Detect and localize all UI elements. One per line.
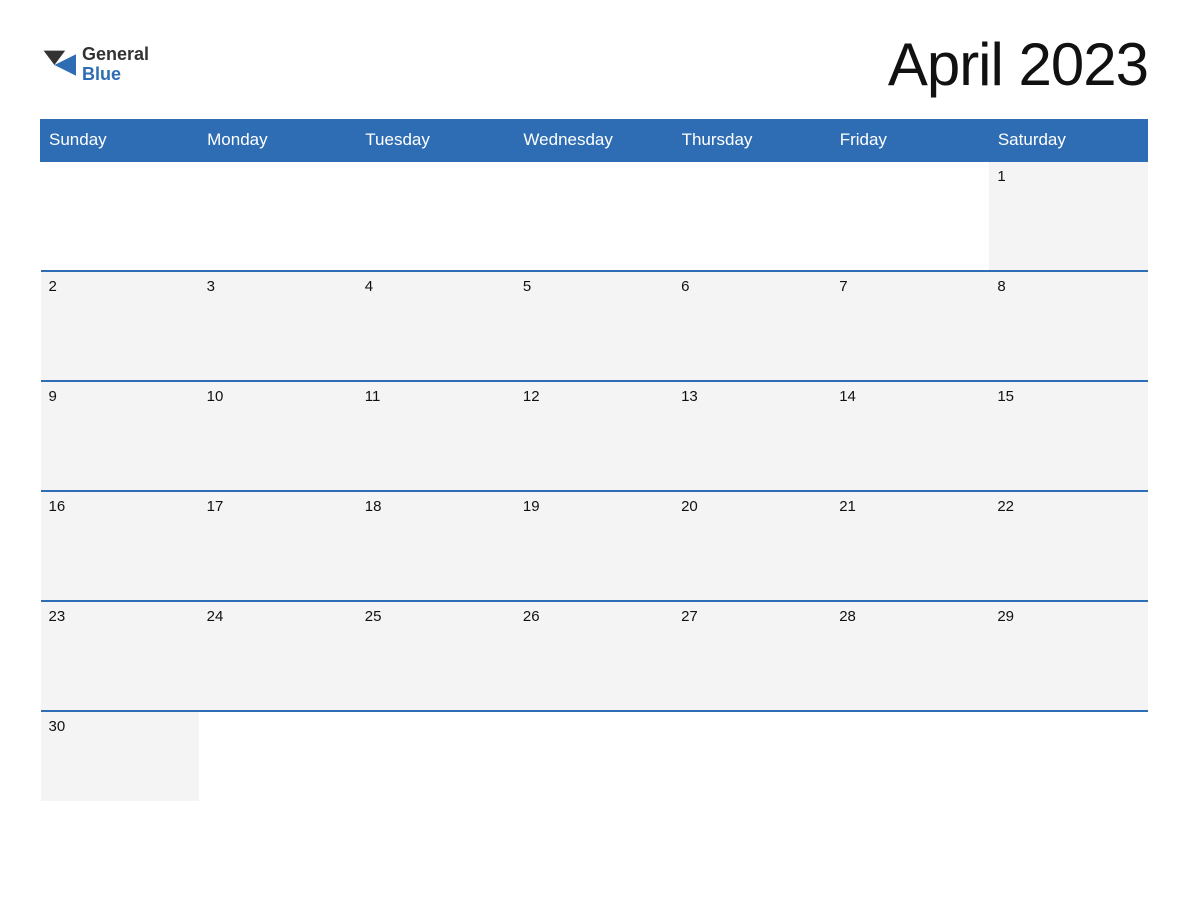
day-number: 12 (523, 388, 540, 405)
weekday-header-saturday: Saturday (989, 120, 1147, 162)
day-number: 7 (839, 278, 847, 295)
calendar-cell (515, 161, 673, 271)
calendar-cell: 3 (199, 271, 357, 381)
calendar-cell: 19 (515, 491, 673, 601)
day-number: 16 (49, 498, 66, 515)
day-number: 30 (49, 718, 66, 735)
day-number: 3 (207, 278, 215, 295)
weekday-header-thursday: Thursday (673, 120, 831, 162)
calendar-cell: 4 (357, 271, 515, 381)
logo: General Blue (40, 45, 149, 85)
day-number: 20 (681, 498, 698, 515)
day-number: 27 (681, 608, 698, 625)
day-number: 4 (365, 278, 373, 295)
day-number: 18 (365, 498, 382, 515)
calendar-cell (357, 711, 515, 801)
calendar-cell: 23 (41, 601, 199, 711)
calendar-cell: 17 (199, 491, 357, 601)
day-number: 24 (207, 608, 224, 625)
calendar-cell: 12 (515, 381, 673, 491)
calendar-cell: 18 (357, 491, 515, 601)
weekday-header-sunday: Sunday (41, 120, 199, 162)
logo-icon (40, 47, 76, 83)
day-number: 10 (207, 388, 224, 405)
logo-blue-text: Blue (82, 65, 149, 85)
day-number: 19 (523, 498, 540, 515)
day-number: 13 (681, 388, 698, 405)
calendar-cell: 15 (989, 381, 1147, 491)
day-number: 25 (365, 608, 382, 625)
week-row-5: 23 24 25 26 27 28 29 (41, 601, 1148, 711)
day-number: 8 (997, 278, 1005, 295)
calendar-cell: 29 (989, 601, 1147, 711)
logo-text: General Blue (82, 45, 149, 85)
calendar-cell (515, 711, 673, 801)
calendar-cell (989, 711, 1147, 801)
week-row-3: 9 10 11 12 13 14 15 (41, 381, 1148, 491)
month-title: April 2023 (888, 30, 1148, 99)
day-number: 15 (997, 388, 1014, 405)
calendar-cell: 7 (831, 271, 989, 381)
calendar-cell (199, 161, 357, 271)
calendar-cell: 30 (41, 711, 199, 801)
calendar-cell: 22 (989, 491, 1147, 601)
calendar-cell: 25 (357, 601, 515, 711)
calendar-cell: 21 (831, 491, 989, 601)
day-number: 23 (49, 608, 66, 625)
day-number: 1 (997, 168, 1005, 185)
week-row-1: 1 (41, 161, 1148, 271)
calendar-cell: 1 (989, 161, 1147, 271)
header: General Blue April 2023 (40, 30, 1148, 99)
calendar-cell: 20 (673, 491, 831, 601)
week-row-2: 2 3 4 5 6 7 8 (41, 271, 1148, 381)
week-row-4: 16 17 18 19 20 21 22 (41, 491, 1148, 601)
calendar-cell (831, 711, 989, 801)
day-number: 26 (523, 608, 540, 625)
calendar-cell: 9 (41, 381, 199, 491)
day-number: 5 (523, 278, 531, 295)
weekday-header-wednesday: Wednesday (515, 120, 673, 162)
calendar-cell: 16 (41, 491, 199, 601)
calendar-cell (673, 711, 831, 801)
calendar-cell: 14 (831, 381, 989, 491)
day-number: 6 (681, 278, 689, 295)
weekday-header-row: SundayMondayTuesdayWednesdayThursdayFrid… (41, 120, 1148, 162)
calendar-cell: 10 (199, 381, 357, 491)
calendar-cell (673, 161, 831, 271)
day-number: 14 (839, 388, 856, 405)
day-number: 28 (839, 608, 856, 625)
day-number: 9 (49, 388, 57, 405)
day-number: 22 (997, 498, 1014, 515)
calendar-cell (41, 161, 199, 271)
day-number: 11 (365, 388, 381, 405)
calendar-cell: 8 (989, 271, 1147, 381)
calendar-cell: 11 (357, 381, 515, 491)
weekday-header-monday: Monday (199, 120, 357, 162)
calendar-cell: 6 (673, 271, 831, 381)
day-number: 17 (207, 498, 224, 515)
day-number: 2 (49, 278, 57, 295)
calendar-cell: 2 (41, 271, 199, 381)
calendar-cell (199, 711, 357, 801)
weekday-header-tuesday: Tuesday (357, 120, 515, 162)
calendar-cell (357, 161, 515, 271)
day-number: 21 (839, 498, 856, 515)
calendar-table: SundayMondayTuesdayWednesdayThursdayFrid… (40, 119, 1148, 801)
calendar-cell: 24 (199, 601, 357, 711)
week-row-6: 30 (41, 711, 1148, 801)
calendar-cell: 26 (515, 601, 673, 711)
weekday-header-friday: Friday (831, 120, 989, 162)
day-number: 29 (997, 608, 1014, 625)
calendar-cell: 5 (515, 271, 673, 381)
calendar-cell (831, 161, 989, 271)
calendar-cell: 27 (673, 601, 831, 711)
calendar-cell: 28 (831, 601, 989, 711)
logo-general-text: General (82, 45, 149, 65)
calendar-cell: 13 (673, 381, 831, 491)
